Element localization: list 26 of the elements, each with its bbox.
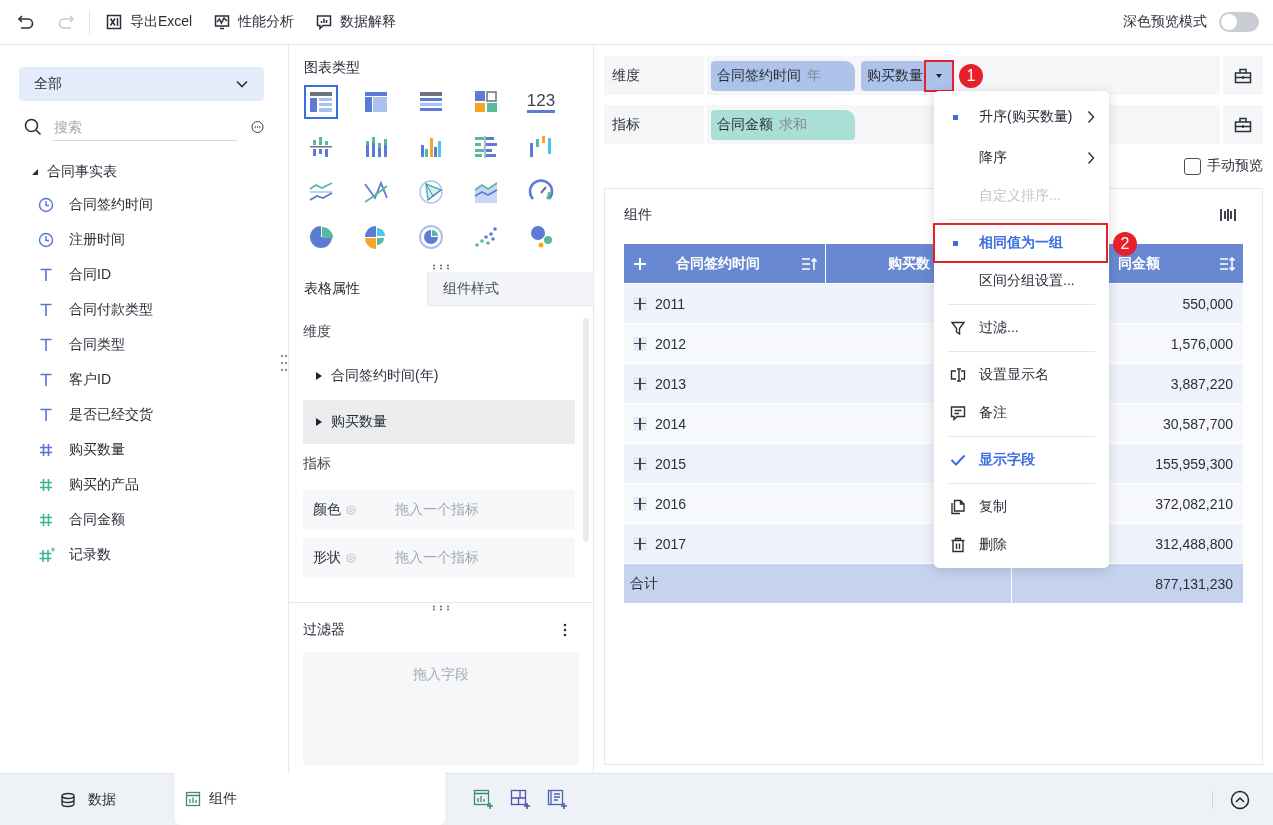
section-title: 过滤器 bbox=[303, 621, 345, 639]
table-cell: 155,959,300 bbox=[1155, 455, 1233, 472]
callout-badge: 1 bbox=[959, 63, 983, 88]
table-cell: 2013 bbox=[655, 375, 687, 392]
callout-badge: 2 bbox=[1113, 232, 1137, 256]
table-cell: 2011 bbox=[655, 295, 686, 312]
table-cell: 2012 bbox=[655, 335, 687, 352]
table-cell: 312,488,800 bbox=[1155, 535, 1233, 552]
table-cell: 30,587,700 bbox=[1162, 415, 1233, 432]
section-label: 指标 bbox=[303, 454, 332, 473]
total-label: 合计 bbox=[630, 574, 658, 593]
table-cell: 2016 bbox=[655, 495, 687, 512]
table-cell: 3,887,220 bbox=[1170, 375, 1233, 392]
shelf-label: 指标 bbox=[604, 105, 704, 144]
section-label: 维度 bbox=[303, 322, 332, 341]
table-cell: 550,000 bbox=[1182, 295, 1233, 312]
table-cell: 2014 bbox=[655, 415, 687, 432]
table-cell: 1,576,000 bbox=[1170, 335, 1233, 352]
table-cell: 2017 bbox=[655, 535, 687, 552]
shelf-label: 维度 bbox=[604, 56, 704, 95]
component-title: 组件 bbox=[624, 206, 652, 224]
section-title: 图表类型 bbox=[304, 59, 361, 77]
table-cell: 372,082,210 bbox=[1155, 495, 1233, 512]
dark-mode-label: 深色预览模式 bbox=[1123, 13, 1207, 31]
table-cell: 2015 bbox=[655, 455, 687, 472]
table-cell: 877,131,230 bbox=[1155, 575, 1233, 592]
